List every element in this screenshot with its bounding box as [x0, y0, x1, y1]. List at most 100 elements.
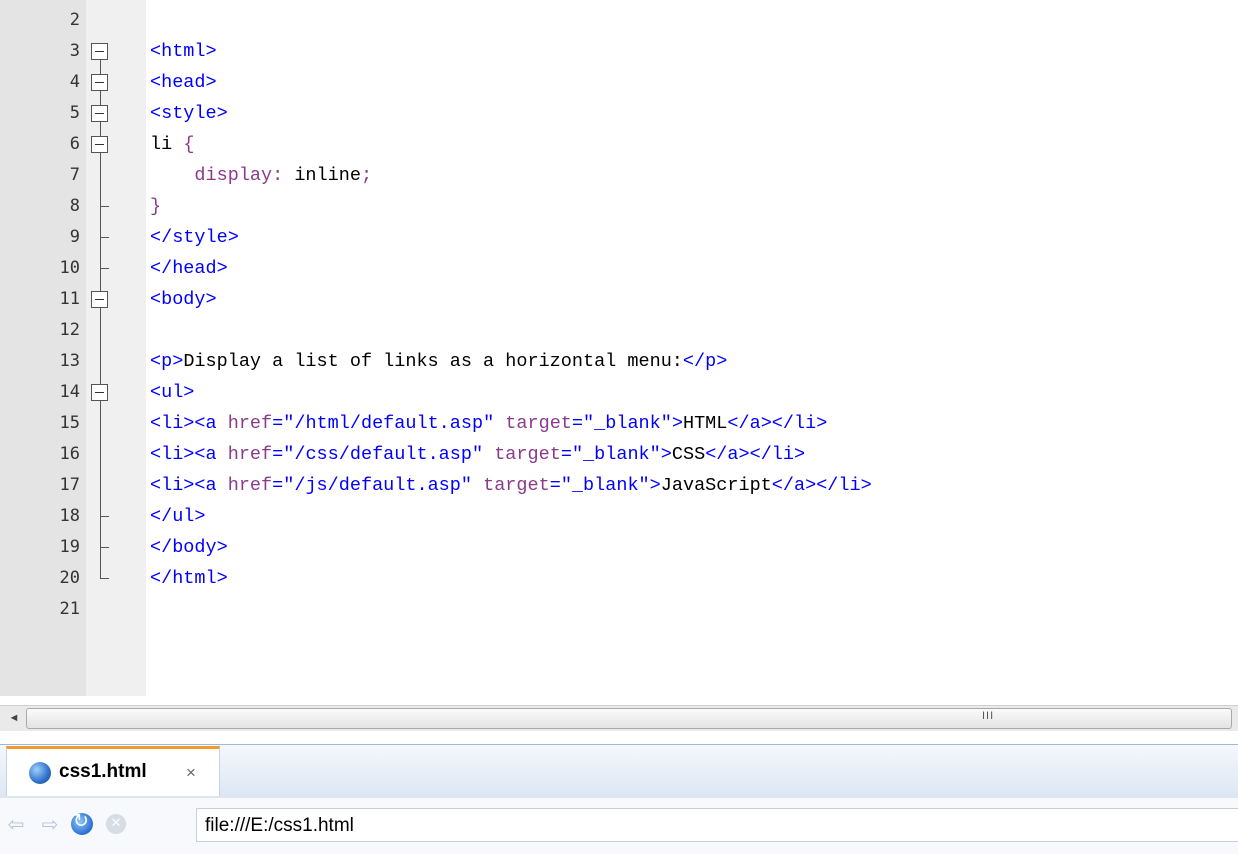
- code-line[interactable]: 18 </ul>: [0, 501, 1238, 532]
- line-number: 5: [69, 103, 80, 123]
- code-token: =: [272, 475, 284, 496]
- tab-label: css1.html: [59, 761, 147, 782]
- code-line[interactable]: 9 </style>: [0, 222, 1238, 253]
- fold-end-marker: [100, 268, 109, 269]
- code-line[interactable]: 8}: [0, 191, 1238, 222]
- line-number: 6: [69, 134, 80, 154]
- code-token: =: [272, 444, 284, 465]
- line-number: 3: [69, 41, 80, 61]
- close-icon[interactable]: ×: [186, 763, 196, 783]
- code-token: </style>: [150, 227, 239, 248]
- code-token: display:: [150, 165, 295, 186]
- stop-button[interactable]: ✕: [104, 812, 128, 836]
- stop-icon: ✕: [106, 814, 126, 834]
- code-token: Display a list of links as a horizontal …: [183, 351, 683, 372]
- code-line[interactable]: 17 <li><a href="/js/default.asp" target="…: [0, 470, 1238, 501]
- code-token: >: [649, 475, 661, 496]
- code-token: "_blank": [560, 475, 650, 496]
- code-token: <ul>: [150, 382, 195, 403]
- code-line[interactable]: 16 <li><a href="/css/default.asp" target=…: [0, 439, 1238, 470]
- code-line[interactable]: 3 <html>: [0, 36, 1238, 67]
- back-arrow-icon[interactable]: ⇦: [4, 812, 28, 836]
- code-token: <body>: [150, 289, 217, 310]
- code-token: </a></li>: [727, 413, 828, 434]
- line-number: 11: [59, 289, 80, 309]
- code-line[interactable]: 13 <p>Display a list of links as a horizo…: [0, 346, 1238, 377]
- line-number: 7: [69, 165, 80, 185]
- code-text: </style>: [150, 222, 239, 253]
- code-text: <li><a href="/js/default.asp" target="_b…: [150, 470, 872, 501]
- code-token: href: [227, 413, 273, 434]
- fold-collapse-icon[interactable]: [91, 74, 108, 91]
- code-token: href: [227, 475, 273, 496]
- code-line[interactable]: 14 <ul>: [0, 377, 1238, 408]
- code-editor[interactable]: 2 3 <html> 4 <head> 5 <style> 6 li {7 display: i…: [0, 0, 1238, 696]
- code-token: =: [272, 413, 284, 434]
- scroll-left-arrow-icon[interactable]: ◄: [6, 710, 22, 727]
- address-bar[interactable]: file:///E:/css1.html: [196, 808, 1238, 842]
- fold-guide-line: [100, 51, 101, 578]
- line-number: 14: [59, 382, 80, 402]
- reload-icon: [71, 810, 93, 835]
- code-token: >: [671, 413, 683, 434]
- fold-collapse-icon[interactable]: [91, 105, 108, 122]
- reload-button[interactable]: [70, 810, 94, 836]
- code-text: <p>Display a list of links as a horizont…: [150, 346, 727, 377]
- code-text: li {: [150, 129, 194, 160]
- code-token: </html>: [150, 568, 228, 589]
- forward-arrow-icon[interactable]: ⇨: [38, 812, 62, 836]
- code-token: target: [505, 413, 572, 434]
- code-token: href: [227, 444, 273, 465]
- code-token: </body>: [150, 537, 228, 558]
- code-line[interactable]: 2: [0, 5, 1238, 36]
- code-line[interactable]: 11 <body>: [0, 284, 1238, 315]
- horizontal-scrollbar[interactable]: ◄ III: [0, 705, 1238, 731]
- line-number: 21: [59, 599, 80, 619]
- fold-end-marker: [100, 578, 109, 579]
- tab-css1-html[interactable]: css1.html ×: [6, 746, 220, 796]
- code-token: </head>: [150, 258, 228, 279]
- code-line[interactable]: 20 </html>: [0, 563, 1238, 594]
- code-line[interactable]: 5 <style>: [0, 98, 1238, 129]
- fold-collapse-icon[interactable]: [91, 291, 108, 308]
- code-line[interactable]: 6 li {: [0, 129, 1238, 160]
- line-number: 9: [69, 227, 80, 247]
- code-line[interactable]: 15 <li><a href="/html/default.asp" target…: [0, 408, 1238, 439]
- code-token: <p>: [150, 351, 184, 372]
- code-line[interactable]: 21: [0, 594, 1238, 625]
- code-token: "_blank": [583, 413, 672, 434]
- code-token: "/html/default.asp": [283, 413, 495, 434]
- line-number: 17: [59, 475, 80, 495]
- code-token: {: [183, 134, 195, 155]
- code-token: <li><a: [150, 413, 228, 434]
- code-token: target: [483, 475, 550, 496]
- code-token: </p>: [682, 351, 728, 372]
- code-token: ;: [360, 165, 373, 186]
- code-token: </ul>: [150, 506, 206, 527]
- code-text: <li><a href="/css/default.asp" target="_…: [150, 439, 805, 470]
- code-text: <html>: [150, 36, 217, 67]
- code-line[interactable]: 12: [0, 315, 1238, 346]
- fold-collapse-icon[interactable]: [91, 136, 108, 153]
- code-line[interactable]: 19 </body>: [0, 532, 1238, 563]
- code-line[interactable]: 7 display: inline;: [0, 160, 1238, 191]
- fold-collapse-icon[interactable]: [91, 384, 108, 401]
- code-token: <li><a: [150, 475, 228, 496]
- code-text: </ul>: [150, 501, 206, 532]
- code-text: <li><a href="/html/default.asp" target="…: [150, 408, 827, 439]
- code-text: <head>: [150, 67, 217, 98]
- code-line[interactable]: 10 </head>: [0, 253, 1238, 284]
- code-text: <body>: [150, 284, 217, 315]
- line-number: 8: [69, 196, 80, 216]
- code-token: "/js/default.asp": [283, 475, 472, 496]
- fold-collapse-icon[interactable]: [91, 43, 108, 60]
- line-number: 18: [59, 506, 80, 526]
- code-token: =: [549, 475, 561, 496]
- code-line[interactable]: 4 <head>: [0, 67, 1238, 98]
- line-number: 10: [59, 258, 80, 278]
- code-text: <ul>: [150, 377, 194, 408]
- scrollbar-thumb[interactable]: III: [26, 708, 1232, 729]
